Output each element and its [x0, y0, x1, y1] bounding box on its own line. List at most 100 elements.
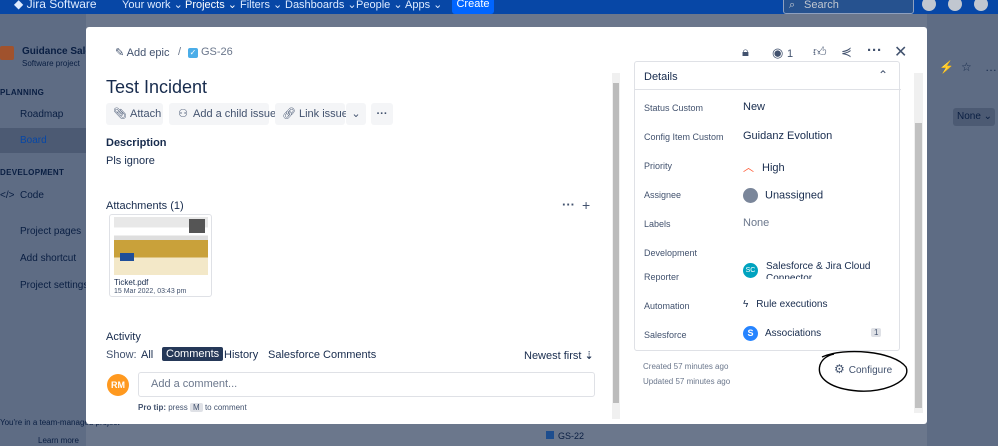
help-icon[interactable]: [948, 0, 962, 11]
watch-button[interactable]: ◉ 1: [772, 45, 793, 61]
nav-projects[interactable]: Projects ⌄: [185, 0, 237, 11]
nav-people[interactable]: People ⌄: [356, 0, 403, 11]
issue-title[interactable]: Test Incident: [106, 77, 207, 98]
search-input[interactable]: ⌕ Search: [783, 0, 914, 14]
field-value-reporter[interactable]: SC Salesforce & Jira Cloud Connector: [743, 261, 893, 279]
details-heading: Details: [644, 71, 678, 83]
jira-logo[interactable]: ◆ Jira Software: [14, 0, 97, 11]
description-heading: Description: [106, 137, 167, 149]
development-heading: DEVELOPMENT: [0, 168, 65, 177]
field-label-config-item: Config Item Custom: [644, 132, 724, 142]
attachment-date: 15 Mar 2022, 03:43 pm: [114, 288, 187, 295]
updated-timestamp: Updated 57 minutes ago: [643, 377, 731, 386]
field-label-priority: Priority: [644, 161, 673, 171]
child-issue-icon: ⚇: [178, 108, 188, 120]
attachments-heading: Attachments (1): [106, 200, 184, 212]
attachment-name: Ticket.pdf: [114, 278, 149, 287]
right-scrollbar-thumb[interactable]: [915, 123, 922, 408]
attachment-preview-image: [114, 217, 208, 275]
created-timestamp: Created 57 minutes ago: [643, 362, 729, 371]
field-label-status-custom: Status Custom: [644, 103, 704, 113]
filter-all[interactable]: All: [141, 349, 153, 361]
notifications-icon[interactable]: [922, 0, 936, 11]
project-sidebar: Guidance Sales Software project PLANNING…: [0, 14, 120, 446]
details-divider: [635, 89, 901, 90]
nav-filters[interactable]: Filters ⌄: [240, 0, 282, 11]
field-value-salesforce[interactable]: S Associations: [743, 326, 821, 341]
left-scrollbar-thumb[interactable]: [613, 83, 619, 403]
field-label-salesforce: Salesforce: [644, 330, 687, 340]
details-panel: Details ⌃ Status Custom New Config Item …: [634, 61, 901, 351]
attach-button[interactable]: 📎︎ Attach: [106, 103, 163, 125]
filter-history[interactable]: History: [224, 349, 258, 361]
unassigned-avatar-icon: [743, 188, 758, 203]
automation-icon[interactable]: ⚡: [939, 60, 954, 74]
ellipsis-icon: ···: [376, 108, 388, 120]
sidebar-item-add-shortcut[interactable]: Add shortcut: [0, 253, 76, 264]
settings-icon[interactable]: [974, 0, 988, 11]
comment-input[interactable]: Add a comment...: [138, 372, 595, 397]
lightning-icon: ϟ: [743, 299, 749, 310]
issue-key-link[interactable]: ✓ GS-26: [188, 46, 233, 58]
close-icon[interactable]: ✕: [894, 42, 907, 62]
link-issue-button[interactable]: 🔗︎ Link issue: [275, 103, 348, 125]
planning-heading: PLANNING: [0, 88, 45, 97]
create-button[interactable]: Create: [452, 0, 494, 14]
learn-more-link[interactable]: Learn more: [38, 436, 79, 445]
code-icon: </>: [0, 190, 15, 201]
field-value-automation[interactable]: ϟ Rule executions: [743, 299, 827, 310]
configure-circle-annotation: [818, 350, 908, 392]
sort-order-button[interactable]: Newest first ⇣: [524, 349, 594, 362]
field-value-assignee[interactable]: Unassigned: [743, 188, 823, 203]
project-type: Software project: [22, 59, 80, 68]
attachment-card[interactable]: Ticket.pdf 15 Mar 2022, 03:43 pm: [109, 214, 212, 297]
board-header-right: ⚡ ☆ … None ⌄: [927, 14, 998, 446]
pro-tip: Pro tip: press M to comment: [138, 403, 247, 412]
add-child-issue-button[interactable]: ⚇ Add a child issue: [169, 103, 276, 125]
top-navigation-bar: ◆ Jira Software Your work ⌄ Projects ⌄ F…: [0, 0, 998, 14]
nav-your-work[interactable]: Your work ⌄: [122, 0, 183, 11]
field-value-labels[interactable]: None: [743, 217, 769, 229]
sidebar-item-project-pages[interactable]: Project pages: [0, 226, 81, 237]
more-toolbar-button[interactable]: ···: [371, 103, 393, 125]
show-label: Show:: [106, 349, 137, 361]
attachments-more-icon[interactable]: ···: [562, 197, 575, 212]
link-issue-dropdown[interactable]: ⌄: [346, 103, 366, 125]
add-attachment-icon[interactable]: +: [582, 197, 590, 213]
field-value-priority[interactable]: ︿ High: [743, 159, 785, 175]
priority-high-icon: ︿: [743, 162, 754, 174]
sidebar-item-code[interactable]: </> Code: [0, 190, 44, 201]
description-text[interactable]: Pls ignore: [106, 155, 155, 167]
filter-salesforce-comments[interactable]: Salesforce Comments: [268, 349, 376, 361]
reporter-avatar: SC: [743, 263, 758, 278]
like-icon[interactable]: 👍︎: [813, 44, 827, 60]
more-actions-icon[interactable]: ···: [867, 42, 882, 59]
keyboard-key-m: M: [190, 403, 203, 412]
sidebar-item-project-settings[interactable]: Project settings: [0, 280, 88, 291]
right-scrollbar[interactable]: [914, 73, 923, 413]
nav-apps[interactable]: Apps ⌄: [405, 0, 442, 11]
more-icon[interactable]: …: [985, 60, 997, 74]
chevron-down-icon: ⌄: [351, 108, 361, 120]
task-type-icon: ✓: [188, 48, 198, 58]
pencil-icon: ✎: [115, 47, 127, 59]
field-label-reporter: Reporter: [644, 272, 680, 282]
sidebar-item-roadmap[interactable]: Roadmap: [0, 109, 63, 120]
board-card[interactable]: GS-22: [538, 428, 648, 446]
field-value-status-custom[interactable]: New: [743, 101, 765, 113]
field-value-config-item[interactable]: Guidanz Evolution: [743, 130, 832, 142]
left-scrollbar[interactable]: [612, 73, 620, 419]
field-label-labels: Labels: [644, 219, 671, 229]
jira-diamond-icon: ◆: [14, 0, 27, 11]
field-label-assignee: Assignee: [644, 190, 682, 200]
collapse-details-icon[interactable]: ⌃: [878, 68, 888, 82]
project-avatar: [0, 46, 14, 60]
group-by-select[interactable]: None ⌄: [953, 108, 995, 126]
share-icon[interactable]: ⋞: [841, 44, 852, 60]
add-epic-button[interactable]: ✎ Add epic: [115, 46, 169, 59]
lock-icon[interactable]: 🔒︎: [742, 44, 749, 60]
filter-comments[interactable]: Comments: [162, 347, 224, 361]
nav-dashboards[interactable]: Dashboards ⌄: [285, 0, 357, 11]
star-icon[interactable]: ☆: [961, 60, 972, 74]
sidebar-item-board[interactable]: Board: [0, 135, 47, 146]
